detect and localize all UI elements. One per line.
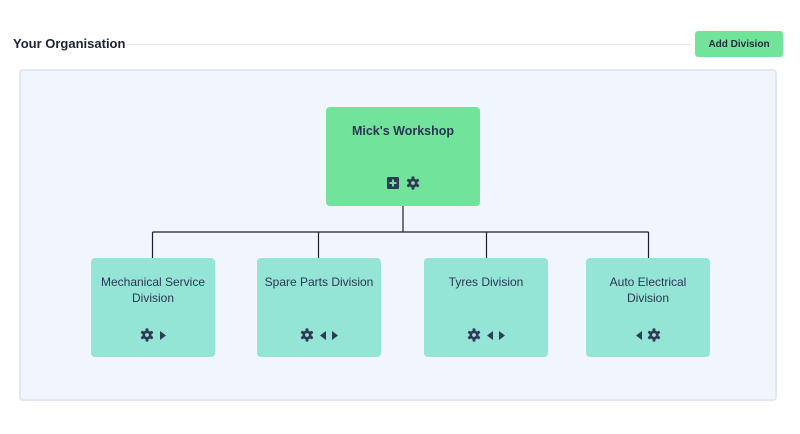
gear-icon[interactable] bbox=[647, 328, 661, 342]
org-chart-connectors bbox=[151, 206, 650, 258]
plus-square-icon[interactable] bbox=[386, 176, 400, 190]
caret-right-icon[interactable] bbox=[331, 328, 338, 342]
org-node-name: Mechanical Service Division bbox=[100, 275, 206, 305]
node-actions bbox=[586, 328, 710, 342]
org-node-name: Tyres Division bbox=[448, 275, 524, 289]
node-actions bbox=[326, 176, 480, 190]
gear-icon[interactable] bbox=[406, 176, 420, 190]
node-actions bbox=[257, 328, 381, 342]
org-node-name: Auto Electrical Division bbox=[609, 275, 687, 305]
caret-right-icon[interactable] bbox=[498, 328, 505, 342]
caret-left-icon[interactable] bbox=[635, 328, 642, 342]
org-node-name: Spare Parts Division bbox=[264, 275, 374, 289]
caret-right-icon[interactable] bbox=[159, 328, 166, 342]
org-node-name: Mick's Workshop bbox=[351, 124, 455, 138]
caret-left-icon[interactable] bbox=[319, 328, 326, 342]
gear-icon[interactable] bbox=[140, 328, 154, 342]
org-node-auto-electrical-division[interactable]: Auto Electrical Division bbox=[586, 258, 710, 357]
gear-icon[interactable] bbox=[300, 328, 314, 342]
caret-left-icon[interactable] bbox=[486, 328, 493, 342]
node-actions bbox=[424, 328, 548, 342]
org-node-mechanical-service-division[interactable]: Mechanical Service Division bbox=[91, 258, 215, 357]
org-node-spare-parts-division[interactable]: Spare Parts Division bbox=[257, 258, 381, 357]
org-node-tyres-division[interactable]: Tyres Division bbox=[424, 258, 548, 357]
node-actions bbox=[91, 328, 215, 342]
gear-icon[interactable] bbox=[467, 328, 481, 342]
org-node-root[interactable]: Mick's Workshop bbox=[326, 107, 480, 206]
